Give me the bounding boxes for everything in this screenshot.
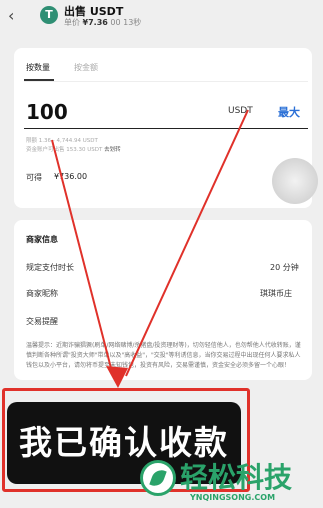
watermark-logo bbox=[140, 460, 176, 496]
watermark-brand: 轻松科技 bbox=[180, 461, 293, 494]
watermark-domain: YNQINGSONG.COM bbox=[190, 493, 276, 502]
leaf-icon bbox=[149, 467, 167, 489]
